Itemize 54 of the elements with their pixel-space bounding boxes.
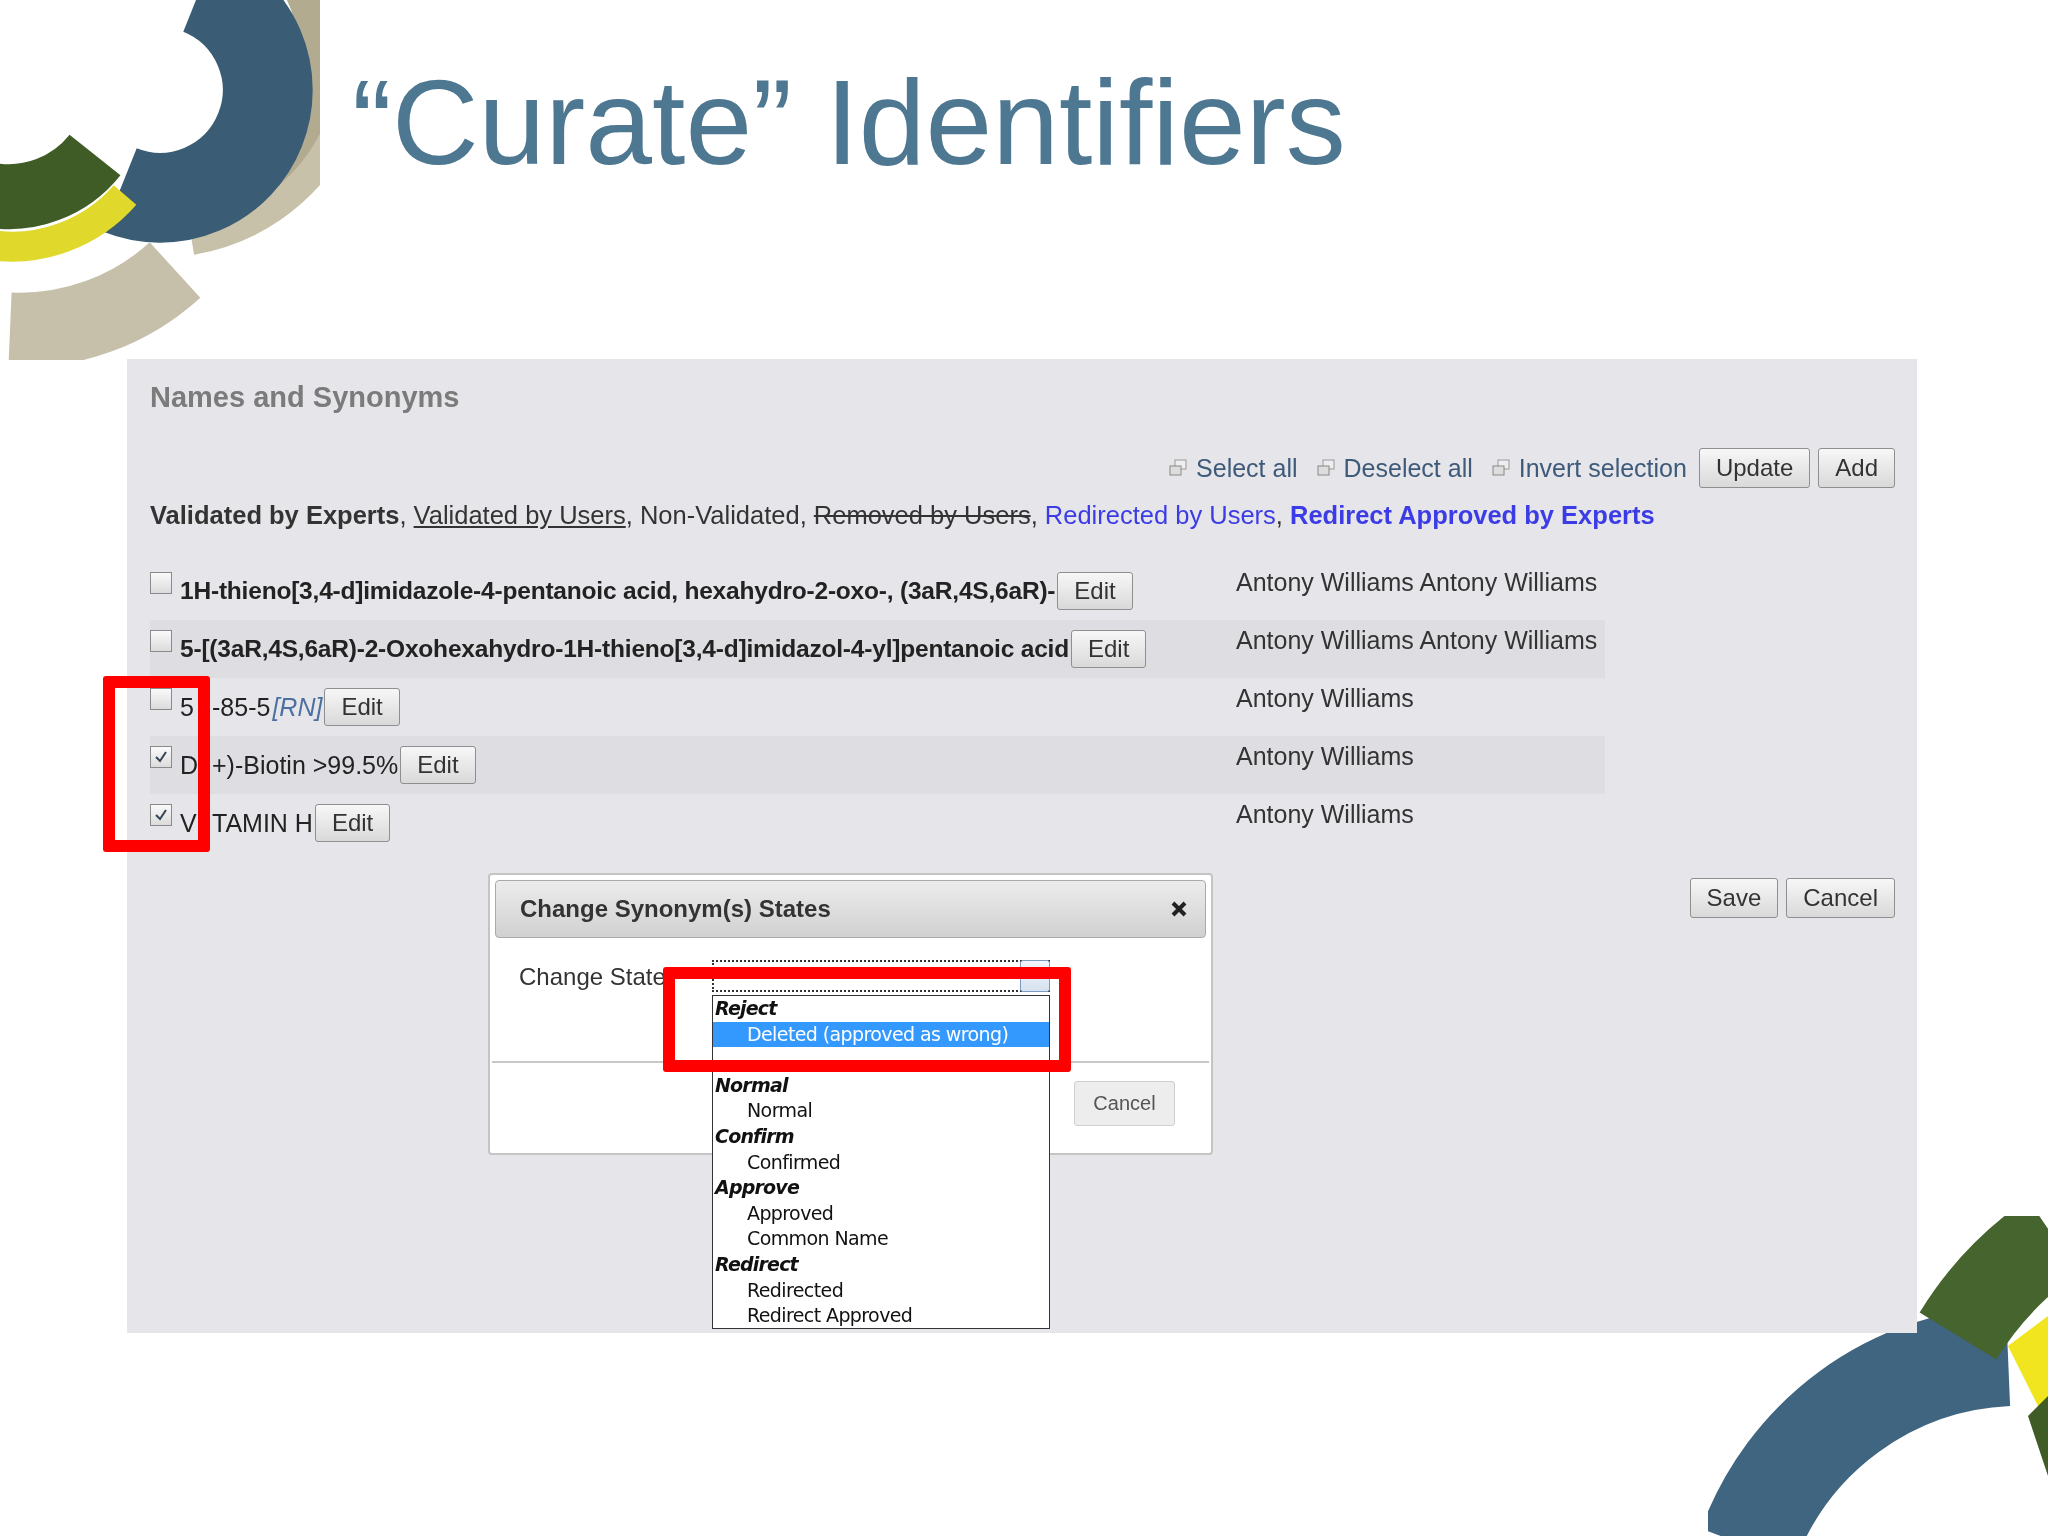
checkbox[interactable] — [150, 572, 172, 594]
checkbox[interactable] — [150, 804, 172, 826]
toolbar-link[interactable]: Select all — [1196, 453, 1298, 483]
check-icon — [154, 750, 168, 764]
synonym-name: V — [180, 808, 198, 838]
cancel-button[interactable]: Cancel — [1074, 1081, 1175, 1126]
close-icon[interactable] — [1171, 901, 1187, 917]
form-button[interactable]: Save — [1689, 878, 1779, 918]
slide-title: “Curate” Identifiers — [352, 62, 1346, 182]
option-group-label: Confirm — [714, 1123, 795, 1149]
synonym-name: D — [180, 750, 198, 780]
squares-icon — [1490, 459, 1511, 477]
dropdown-option[interactable]: Confirmed — [713, 1149, 1049, 1176]
option-group-label: Redirect — [714, 1251, 800, 1277]
source-link[interactable]: [RN] — [272, 692, 323, 722]
field-label: Change State — [519, 963, 666, 991]
checkbox[interactable] — [150, 630, 172, 652]
check-icon — [154, 808, 168, 822]
synonym-name: 5 — [180, 692, 195, 722]
state-legend: Validated by Experts, Validated by Users, Non-Validated, Removed by Users, Redirected by Users, Redirect Approved by Experts — [150, 501, 1895, 530]
checkbox[interactable] — [150, 688, 172, 710]
squares-icon — [1315, 459, 1336, 477]
edit-button[interactable]: Edit — [1070, 630, 1147, 668]
author-names: Antony Williams Antony Williams — [1236, 626, 1598, 655]
dialog-title: Change Synonym(s) States — [520, 895, 831, 923]
edit-button[interactable]: Edit — [314, 804, 391, 842]
option-group-label: Normal — [714, 1072, 790, 1098]
synonym-name: +)-Biotin >99.5% — [212, 750, 399, 780]
toolbar-button[interactable]: Update — [1698, 448, 1811, 488]
dropdown-option[interactable]: Redirected — [713, 1277, 1049, 1304]
dropdown-option[interactable]: Normal — [713, 1098, 1049, 1124]
synonym-name: 1H-thieno[3,4-d]imidazole-4-pentanoic acid, hexahydro-2-oxo-, (3aR,4S,6aR)- — [180, 577, 1056, 605]
dropdown-option[interactable]: Approved — [713, 1200, 1049, 1227]
form-button[interactable]: Cancel — [1786, 878, 1895, 918]
author-names: Antony Williams — [1236, 684, 1414, 713]
toolbar-button[interactable]: Add — [1818, 448, 1895, 488]
section-heading: Names and Synonyms — [150, 381, 461, 414]
toolbar-link[interactable]: Deselect all — [1343, 453, 1473, 483]
edit-button[interactable]: Edit — [400, 746, 476, 784]
toolbar-link[interactable]: Invert selection — [1518, 453, 1687, 483]
author-names: Antony Williams — [1236, 800, 1414, 829]
synonym-name: -85-5 — [212, 692, 271, 722]
option-group-label: Reject — [714, 996, 779, 1021]
dropdown-option[interactable]: Redirect Approved — [713, 1303, 1049, 1329]
checkbox[interactable] — [150, 746, 172, 768]
edit-button[interactable]: Edit — [324, 688, 400, 726]
synonym-name: TAMIN H — [212, 808, 313, 838]
dropdown-option[interactable]: Common Name — [713, 1226, 1049, 1252]
author-names: Antony Williams Antony Williams — [1236, 568, 1598, 597]
author-names: Antony Williams — [1236, 742, 1414, 771]
squares-icon — [1168, 459, 1189, 477]
synonym-name: 5-[(3aR,4S,6aR)-2-Oxohexahydro-1H-thieno[3,4-d]imidazol-4-yl]pentanoic acid — [180, 635, 1069, 663]
option-group-label: Approve — [713, 1175, 800, 1201]
edit-button[interactable]: Edit — [1057, 572, 1133, 610]
